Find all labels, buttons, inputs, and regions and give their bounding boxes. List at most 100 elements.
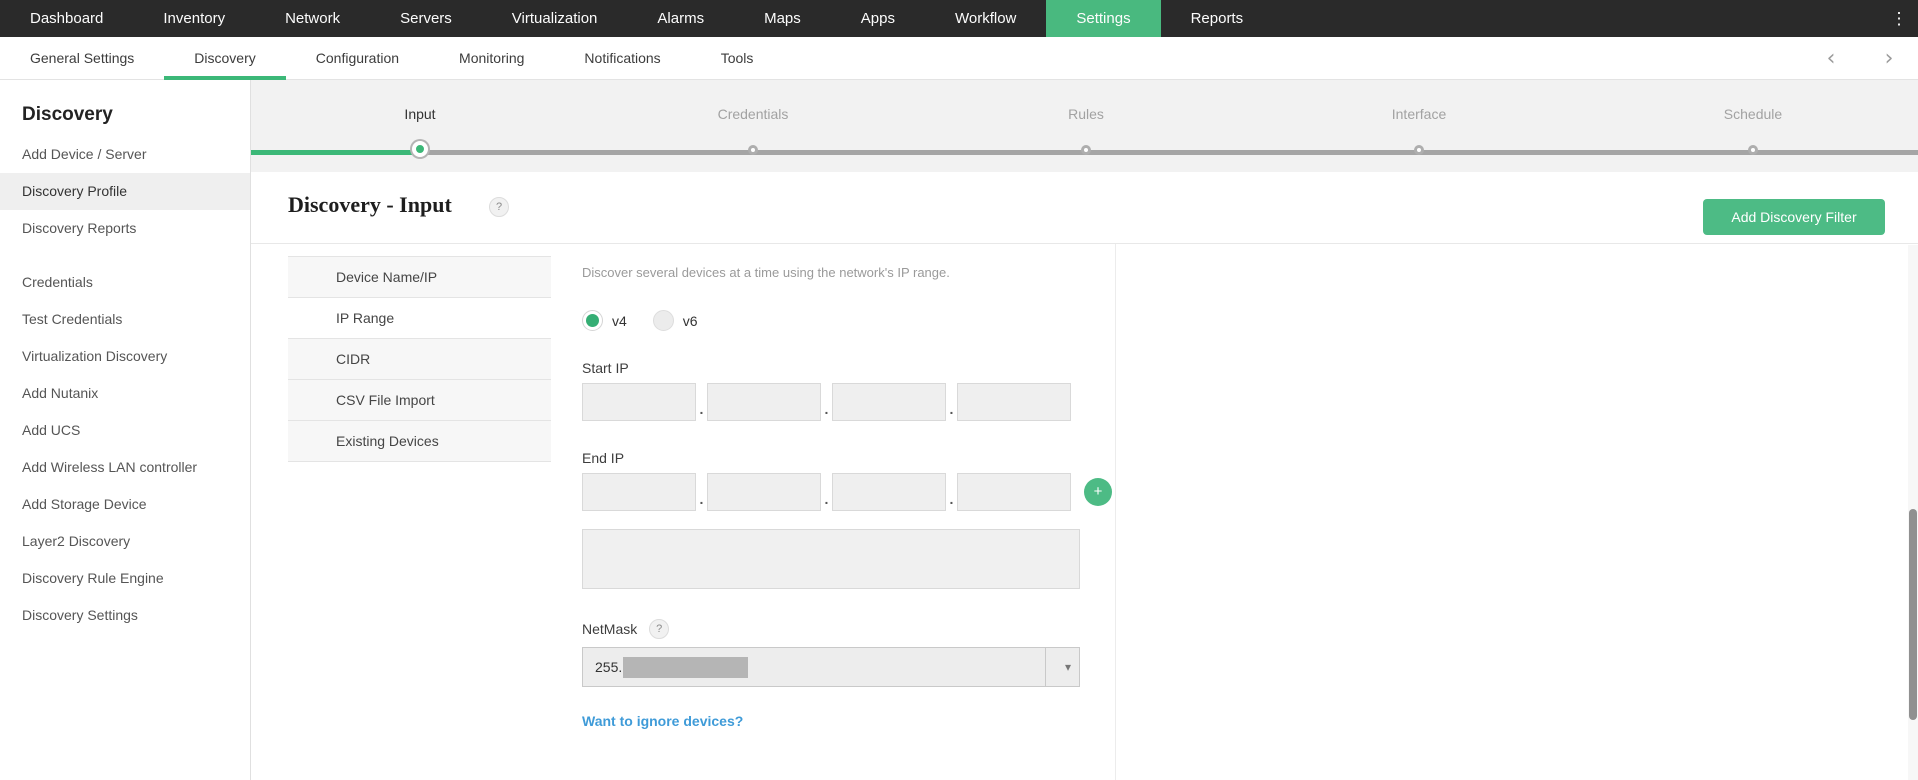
radio-v4-label: v4 — [612, 312, 627, 329]
method-tab-existing-devices[interactable]: Existing Devices — [288, 421, 551, 462]
radio-v6[interactable] — [652, 310, 674, 331]
netmask-value: 255. — [595, 659, 623, 675]
stepper-progress — [251, 150, 420, 155]
netmask-label-row: NetMask ? — [582, 619, 1082, 639]
dropdown-caret-icon: ▾ — [1064, 660, 1072, 674]
method-tab-csv-file-import[interactable]: CSV File Import — [288, 380, 551, 421]
sidebar-title: Discovery — [22, 104, 113, 125]
start-ip-octet-4[interactable] — [957, 383, 1071, 421]
nav-apps[interactable]: Apps — [831, 0, 925, 37]
step-credentials[interactable]: Credentials — [718, 106, 789, 122]
nav-alarms[interactable]: Alarms — [627, 0, 734, 37]
radio-v6-label: v6 — [682, 312, 698, 329]
nav-inventory[interactable]: Inventory — [133, 0, 255, 37]
top-nav-spacer — [1273, 0, 1880, 37]
nav-settings[interactable]: Settings — [1046, 0, 1161, 37]
step-schedule[interactable]: Schedule — [1724, 106, 1782, 122]
tab-notifications[interactable]: Notifications — [554, 37, 690, 79]
nav-servers[interactable]: Servers — [370, 0, 482, 37]
step-dot-credentials[interactable] — [748, 145, 758, 155]
scrollbar-thumb[interactable] — [1909, 509, 1917, 720]
method-tab-ip-range[interactable]: IP Range — [288, 298, 551, 339]
netmask-redacted-value — [623, 656, 749, 678]
end-ip-label: End IP — [582, 450, 625, 466]
tab-general-settings[interactable]: General Settings — [0, 37, 164, 79]
sidebar-item-discovery-profile[interactable]: Discovery Profile — [0, 173, 250, 210]
step-input[interactable]: Input — [404, 106, 435, 122]
chevron-left-icon[interactable]: ‹ — [1802, 37, 1860, 79]
octet-separator: . — [949, 401, 954, 417]
sidebar-item-credentials[interactable]: Credentials — [0, 264, 250, 301]
kebab-menu-icon[interactable]: ⋮ — [1880, 0, 1918, 37]
sidebar-item-layer2-discovery[interactable]: Layer2 Discovery — [0, 523, 250, 560]
netmask-select-divider — [1045, 648, 1046, 686]
step-interface[interactable]: Interface — [1392, 106, 1446, 122]
step-dot-interface[interactable] — [1414, 145, 1424, 155]
sidebar-item-add-ucs[interactable]: Add UCS — [0, 412, 250, 449]
netmask-select[interactable]: 255. ▾ — [582, 647, 1080, 687]
sidebar-item-add-wireless-lan-controller[interactable]: Add Wireless LAN controller — [0, 449, 250, 486]
sidebar-item-discovery-rule-engine[interactable]: Discovery Rule Engine — [0, 560, 250, 597]
sub-nav-spacer — [783, 37, 1802, 79]
chevron-right-icon[interactable]: › — [1860, 37, 1918, 79]
netmask-help-icon[interactable]: ? — [649, 619, 670, 639]
tab-discovery[interactable]: Discovery — [164, 37, 287, 80]
sidebar-item-discovery-settings[interactable]: Discovery Settings — [0, 597, 250, 634]
header-divider — [251, 243, 1918, 244]
step-rules[interactable]: Rules — [1068, 106, 1104, 122]
ip-version-radios: v4 v6 — [582, 310, 1082, 331]
step-dot-input[interactable] — [412, 141, 428, 157]
main-content: Input Credentials Rules Interface Schedu… — [251, 80, 1918, 780]
discovery-sidebar: Discovery Add Device / Server Discovery … — [0, 80, 251, 780]
radio-v4[interactable] — [582, 310, 603, 331]
add-discovery-filter-button[interactable]: Add Discovery Filter — [1703, 199, 1885, 235]
tab-tools[interactable]: Tools — [691, 37, 784, 79]
method-tab-cidr[interactable]: CIDR — [288, 339, 551, 380]
top-nav: Dashboard Inventory Network Servers Virt… — [0, 0, 1918, 37]
nav-dashboard[interactable]: Dashboard — [0, 0, 133, 37]
start-ip-octet-3[interactable] — [832, 383, 946, 421]
start-ip-label: Start IP — [582, 360, 629, 376]
page-title: Discovery - Input — [288, 192, 452, 217]
end-ip-row: . . . + — [582, 473, 1112, 511]
sidebar-item-add-device-server[interactable]: Add Device / Server — [0, 136, 250, 173]
tab-monitoring[interactable]: Monitoring — [429, 37, 554, 79]
settings-sub-nav: General Settings Discovery Configuration… — [0, 37, 1918, 80]
title-help-icon[interactable]: ? — [489, 197, 509, 217]
wizard-stepper: Input Credentials Rules Interface Schedu… — [251, 80, 1918, 172]
step-dot-rules[interactable] — [1081, 145, 1091, 155]
nav-virtualization[interactable]: Virtualization — [482, 0, 628, 37]
ignore-devices-link[interactable]: Want to ignore devices? — [582, 713, 743, 729]
nav-network[interactable]: Network — [255, 0, 370, 37]
app-window: Dashboard Inventory Network Servers Virt… — [0, 0, 1918, 780]
sidebar-item-add-storage-device[interactable]: Add Storage Device — [0, 486, 250, 523]
octet-separator: . — [699, 491, 704, 507]
scrollbar-track[interactable] — [1908, 245, 1918, 780]
form-description: Discover several devices at a time using… — [582, 265, 950, 280]
sidebar-item-test-credentials[interactable]: Test Credentials — [0, 301, 250, 338]
start-ip-octet-2[interactable] — [707, 383, 821, 421]
start-ip-octet-1[interactable] — [582, 383, 696, 421]
octet-separator: . — [824, 491, 829, 507]
tab-configuration[interactable]: Configuration — [286, 37, 429, 79]
sidebar-item-virtualization-discovery[interactable]: Virtualization Discovery — [0, 338, 250, 375]
method-tab-device-name-ip[interactable]: Device Name/IP — [288, 257, 551, 298]
sidebar-item-discovery-reports[interactable]: Discovery Reports — [0, 210, 250, 247]
octet-separator: . — [699, 401, 704, 417]
sidebar-item-add-nutanix[interactable]: Add Nutanix — [0, 375, 250, 412]
step-dot-schedule[interactable] — [1748, 145, 1758, 155]
nav-workflow[interactable]: Workflow — [925, 0, 1046, 37]
octet-separator: . — [949, 491, 954, 507]
add-ip-range-button[interactable]: + — [1084, 478, 1112, 506]
end-ip-octet-4[interactable] — [957, 473, 1071, 511]
end-ip-octet-3[interactable] — [832, 473, 946, 511]
start-ip-row: . . . — [582, 383, 1082, 421]
end-ip-octet-2[interactable] — [707, 473, 821, 511]
nav-reports[interactable]: Reports — [1161, 0, 1274, 37]
netmask-label: NetMask — [582, 621, 638, 637]
discovery-method-tabs: Device Name/IP IP Range CIDR CSV File Im… — [288, 256, 551, 462]
ip-range-list-textarea[interactable] — [582, 529, 1080, 589]
end-ip-octet-1[interactable] — [582, 473, 696, 511]
nav-maps[interactable]: Maps — [734, 0, 831, 37]
